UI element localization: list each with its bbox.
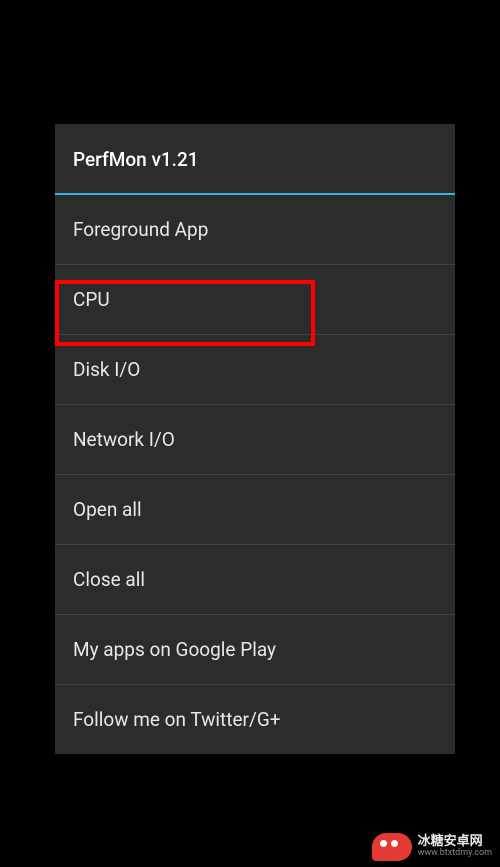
watermark-logo-icon [372, 833, 412, 861]
menu-item-disk-io[interactable]: Disk I/O [55, 335, 455, 405]
menu-item-open-all[interactable]: Open all [55, 475, 455, 545]
watermark-name: 冰糖安卓网 [418, 835, 492, 849]
menu-list: Foreground App CPU Disk I/O Network I/O … [55, 195, 455, 754]
menu-item-network-io[interactable]: Network I/O [55, 405, 455, 475]
menu-dialog: PerfMon v1.21 Foreground App CPU Disk I/… [55, 124, 455, 754]
watermark-url: www.btxtdmy.com [418, 849, 492, 859]
menu-item-foreground-app[interactable]: Foreground App [55, 195, 455, 265]
watermark-text: 冰糖安卓网 www.btxtdmy.com [418, 835, 492, 859]
dialog-title: PerfMon v1.21 [55, 124, 455, 193]
watermark: 冰糖安卓网 www.btxtdmy.com [372, 833, 492, 861]
menu-item-cpu[interactable]: CPU [55, 265, 455, 335]
menu-item-twitter[interactable]: Follow me on Twitter/G+ [55, 685, 455, 754]
menu-item-google-play[interactable]: My apps on Google Play [55, 615, 455, 685]
menu-item-close-all[interactable]: Close all [55, 545, 455, 615]
